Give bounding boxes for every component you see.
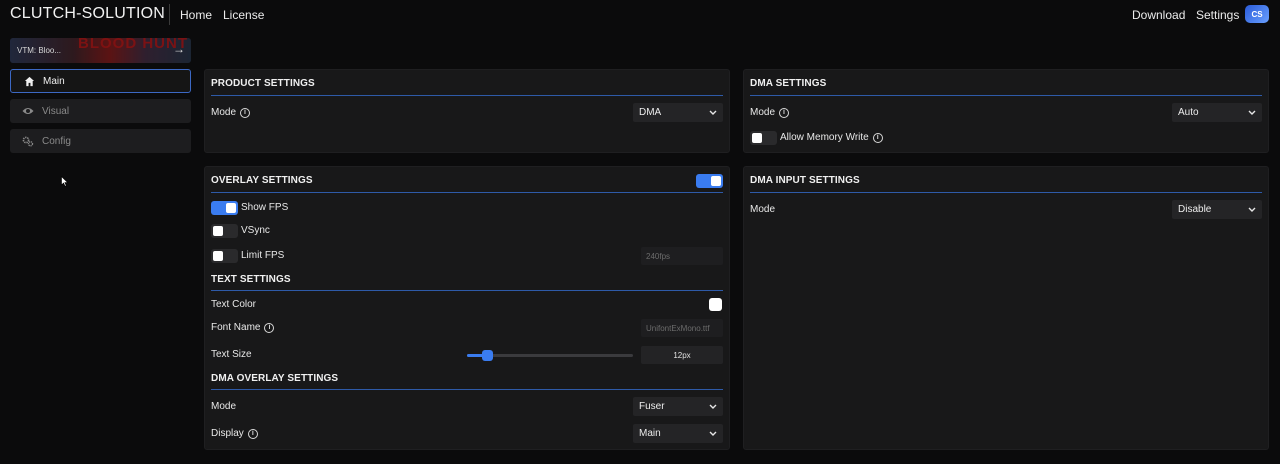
chevron-down-icon — [708, 108, 717, 117]
text-size-slider[interactable] — [467, 350, 633, 361]
allow-memory-write-label: Allow Memory Write i — [780, 132, 883, 143]
product-settings-title: PRODUCT SETTINGS — [211, 78, 315, 89]
gears-icon — [22, 135, 34, 147]
nav-home[interactable]: Home — [180, 8, 212, 22]
game-name: VTM: Bloo... — [17, 46, 62, 55]
text-color-label: Text Color — [211, 299, 257, 310]
chevron-down-icon — [1247, 205, 1256, 214]
arrow-right-icon[interactable]: → — [173, 42, 185, 56]
info-icon[interactable]: i — [872, 132, 883, 143]
toggle-knob — [213, 251, 223, 261]
font-name-label: Font Name i — [211, 322, 275, 333]
dma-input-mode-select[interactable]: Disable — [1172, 200, 1262, 219]
dma-input-settings-title: DMA INPUT SETTINGS — [750, 175, 860, 186]
toggle-knob — [752, 133, 762, 143]
toggle-knob — [213, 226, 223, 236]
dma-overlay-settings-title: DMA OVERLAY SETTINGS — [211, 373, 339, 384]
dma-overlay-mode-select[interactable]: Fuser — [633, 397, 723, 416]
display-label: Display i — [211, 428, 258, 439]
overlay-enabled-toggle[interactable] — [696, 174, 723, 188]
product-mode-label-text: Mode — [211, 107, 237, 118]
font-name-input[interactable]: UnifontExMono.ttf — [641, 319, 723, 337]
chevron-down-icon — [1247, 108, 1256, 117]
select-value: Fuser — [639, 401, 665, 412]
sidebar-item-visual[interactable]: Visual — [10, 99, 191, 123]
sidebar-item-label: Visual — [42, 105, 70, 117]
dma-settings-title: DMA SETTINGS — [750, 78, 827, 89]
product-mode-select[interactable]: DMA — [633, 103, 723, 122]
brand-title[interactable]: CLUTCH-SOLUTION — [10, 5, 165, 23]
dma-overlay-mode-label: Mode — [211, 401, 237, 412]
product-mode-label: Mode i — [211, 107, 251, 118]
select-value: Auto — [1178, 107, 1199, 118]
text-color-swatch[interactable] — [709, 298, 722, 311]
slider-thumb[interactable] — [481, 350, 493, 361]
select-value: Disable — [1178, 204, 1212, 215]
info-icon[interactable]: i — [247, 428, 258, 439]
avatar-text: CS — [1251, 9, 1263, 19]
text-settings-title: TEXT SETTINGS — [211, 274, 291, 285]
dma-mode-select[interactable]: Auto — [1172, 103, 1262, 122]
home-icon — [23, 75, 35, 87]
dma-mode-label-text: Mode — [750, 107, 776, 118]
dma-input-mode-label: Mode — [750, 204, 776, 215]
toggle-knob — [226, 203, 236, 213]
nav-download[interactable]: Download — [1132, 8, 1185, 22]
text-size-value[interactable]: 12px — [641, 346, 723, 364]
sidebar-item-label: Main — [43, 75, 65, 87]
chevron-down-icon — [708, 402, 717, 411]
info-icon[interactable]: i — [264, 322, 275, 333]
limit-fps-input[interactable]: 240fps — [641, 247, 723, 265]
eye-icon — [22, 105, 34, 117]
mouse-cursor-icon — [61, 175, 69, 190]
dma-mode-label: Mode i — [750, 107, 790, 118]
select-value: Main — [639, 428, 661, 439]
toggle-knob — [711, 176, 721, 186]
select-value: DMA — [639, 107, 662, 118]
limit-fps-toggle[interactable] — [211, 249, 238, 263]
sidebar-item-config[interactable]: Config — [10, 129, 191, 153]
overlay-settings-title: OVERLAY SETTINGS — [211, 175, 313, 186]
limit-fps-label: Limit FPS — [241, 250, 285, 261]
avatar[interactable]: CS — [1245, 5, 1269, 23]
divider — [211, 192, 723, 193]
font-name-label-text: Font Name — [211, 322, 261, 333]
show-fps-toggle[interactable] — [211, 201, 238, 215]
chevron-down-icon — [708, 429, 717, 438]
divider — [211, 290, 723, 291]
allow-memory-write-toggle[interactable] — [750, 131, 777, 145]
divider — [211, 389, 723, 390]
allow-memory-write-text: Allow Memory Write — [780, 132, 869, 143]
header-divider — [169, 4, 170, 25]
sidebar-item-main[interactable]: Main — [10, 69, 191, 93]
show-fps-label: Show FPS — [241, 202, 289, 213]
divider — [211, 95, 723, 96]
text-size-label: Text Size — [211, 349, 252, 360]
info-icon[interactable]: i — [240, 107, 251, 118]
display-select[interactable]: Main — [633, 424, 723, 443]
sidebar-item-label: Config — [42, 135, 71, 147]
info-icon[interactable]: i — [779, 107, 790, 118]
divider — [750, 95, 1262, 96]
game-selector[interactable]: BLOOD HUNT VTM: Bloo... → — [10, 38, 191, 63]
nav-license[interactable]: License — [223, 8, 264, 22]
divider — [750, 192, 1262, 193]
nav-settings[interactable]: Settings — [1196, 8, 1239, 22]
vsync-label: VSync — [241, 225, 270, 236]
display-label-text: Display — [211, 428, 244, 439]
vsync-toggle[interactable] — [211, 224, 238, 238]
